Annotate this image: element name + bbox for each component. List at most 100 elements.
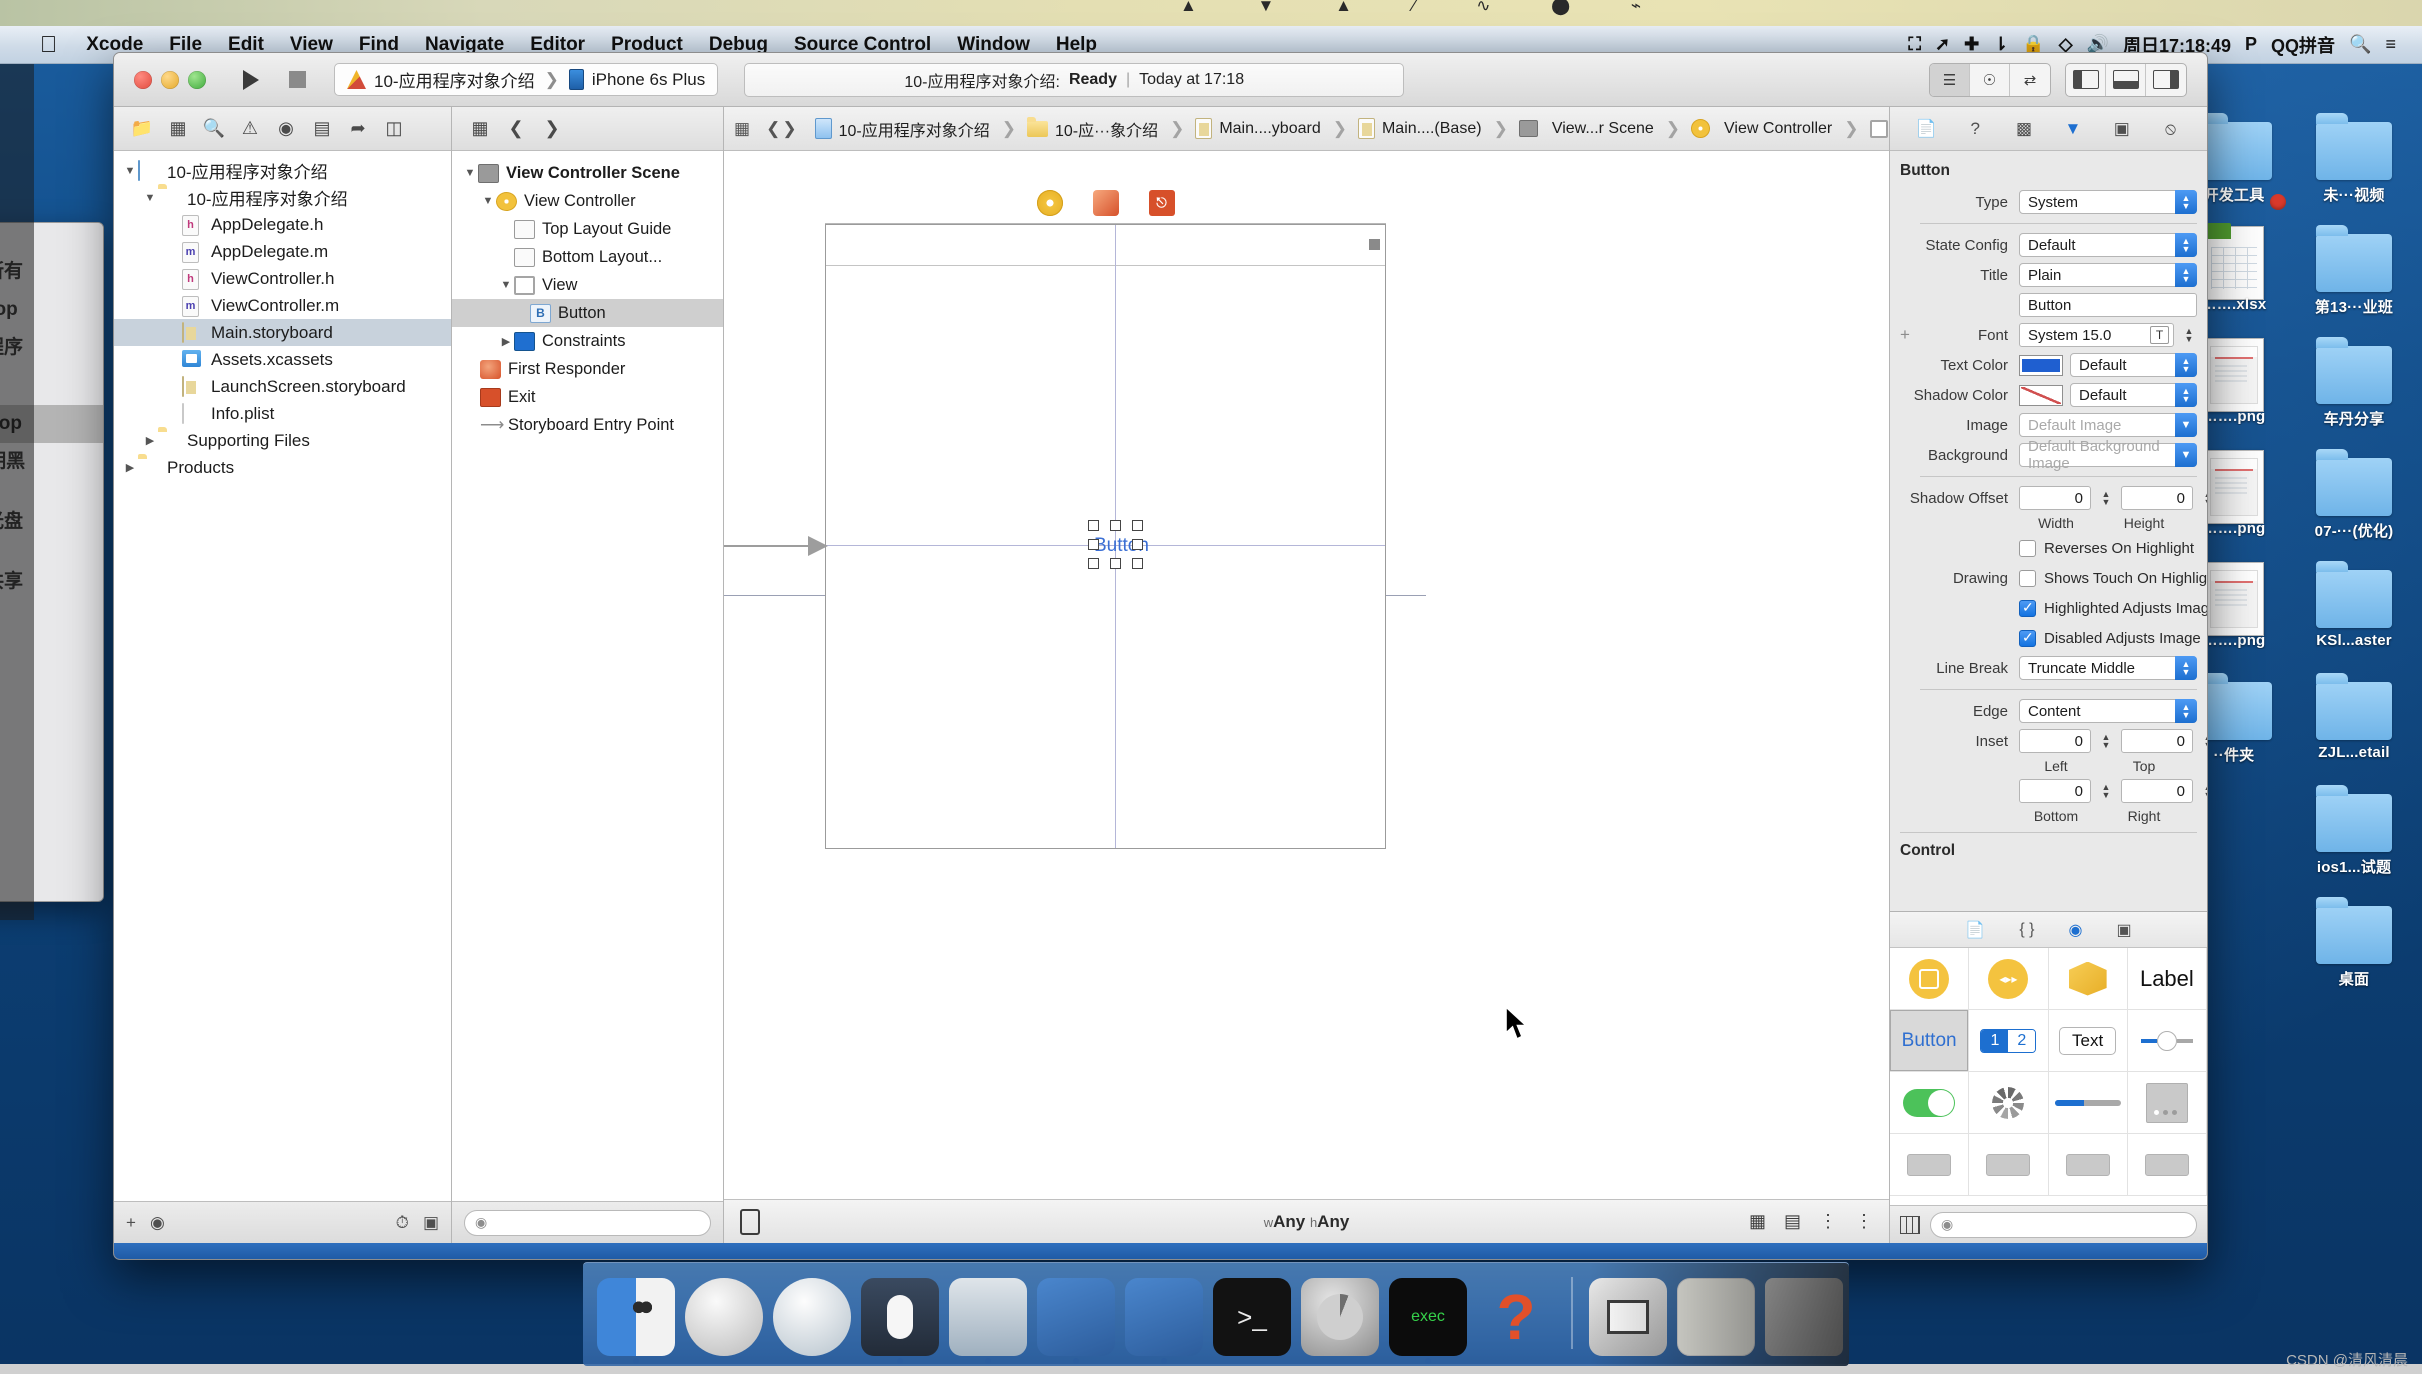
minimize-button[interactable] [161,70,179,89]
add-file-button[interactable]: + [126,1213,136,1233]
exit-icon[interactable]: ⎋ [1148,190,1175,216]
nav-row-file[interactable]: Info.plist [114,400,451,427]
nav-row-file[interactable]: m ViewController.m [114,292,451,319]
stop-button[interactable] [274,63,320,97]
font-picker-icon[interactable]: T [2150,326,2169,344]
disabled-adjusts-image-checkbox[interactable] [2019,629,2036,647]
xcode-window[interactable]: 10-应用程序对象介绍 ❯ iPhone 6s Plus 10-应用程序对象介绍… [113,52,2208,1260]
background-popup[interactable]: Default Background Image ▼ [2019,438,2197,472]
outline-row-exit[interactable]: Exit [452,383,723,411]
state-config-popup[interactable]: Default ▲ ▼ [2019,233,2197,257]
drawing-option-row[interactable]: Reverses On Highlight [2019,536,2194,561]
nav-row-file[interactable]: Assets.xcassets [114,346,451,373]
outline-filter-input[interactable]: ◉ [464,1209,711,1236]
desktop-item[interactable]: 桌面 [2302,892,2406,996]
outline-row-entry-point[interactable]: ⟶ Storyboard Entry Point [452,411,723,439]
document-outline-tree[interactable]: ▼ View Controller Scene ▼ View Controlle… [452,151,723,1201]
outline-row-first-responder[interactable]: First Responder [452,355,723,383]
dock-item-system-preferences[interactable] [1301,1278,1379,1356]
forward-button[interactable]: ❯ [782,114,796,144]
breadcrumb-item[interactable]: Main....yboard ❯ [1193,118,1354,139]
filter-icon[interactable]: ◉ [150,1213,165,1233]
outline-row-view-controller[interactable]: ▼ View Controller [452,187,723,215]
object-library-tab[interactable]: ◉ [2068,920,2082,940]
media-library-tab[interactable]: ▣ [2116,920,2131,940]
identity-inspector-tab[interactable]: ▩ [2010,116,2038,142]
test-navigator-tab[interactable]: ◉ [268,114,304,144]
disclosure-triangle-icon[interactable]: ▶ [122,461,138,474]
maximize-button[interactable] [188,70,206,89]
inset-right-input[interactable]: 0 [2121,779,2193,803]
dock-item-finder[interactable] [597,1278,675,1364]
drawing-option-row[interactable]: Disabled Adjusts Image [2019,626,2201,651]
disclosure-triangle-icon[interactable]: ▶ [498,335,514,348]
debug-navigator-tab[interactable]: ▤ [304,114,340,144]
shadow-offset-width-input[interactable]: 0 [2019,486,2091,510]
embed-in-icon[interactable]: ▤ [1784,1211,1801,1232]
library-item-slider[interactable] [2127,1010,2207,1072]
shadow-offset-height-stepper[interactable]: ▲▼ [2200,486,2207,510]
unsaved-files-filter-icon[interactable]: ▣ [423,1213,439,1233]
inset-left-input[interactable]: 0 [2019,729,2091,753]
input-source-badge-icon[interactable]: P [2245,34,2257,55]
selection-handle-bottom-right[interactable] [1132,558,1143,569]
image-popup[interactable]: Default Image ▼ [2019,413,2197,437]
desktop-item[interactable]: 未···视频 [2270,108,2406,212]
font-field[interactable]: System 15.0 T [2019,323,2174,347]
shadow-offset-height-input[interactable]: 0 [2121,486,2193,510]
outline-row-scene[interactable]: ▼ View Controller Scene [452,159,723,187]
shadow-color-well[interactable] [2019,384,2063,406]
title-text-input[interactable]: Button [2019,293,2197,317]
disclosure-triangle-icon[interactable]: ▼ [498,279,514,291]
selection-handle-top-left[interactable] [1088,520,1099,531]
library-item-text-field[interactable]: Text [2048,1010,2128,1072]
breakpoint-navigator-tab[interactable]: ➦ [340,114,376,144]
nav-row-products[interactable]: ▶ Products [114,454,451,481]
outline-forward-button[interactable]: ❯ [534,114,570,144]
nav-row-project[interactable]: ▼ 10-应用程序对象介绍 [114,157,451,184]
breadcrumb-item[interactable]: View Controller ❯ [1689,119,1865,139]
selection-handle-bottom-center[interactable] [1110,558,1121,569]
project-navigator-tab[interactable]: 📁 [124,114,160,144]
library-item-label[interactable]: Label [2127,948,2207,1010]
library-item-view-controller[interactable] [1890,948,1970,1010]
desktop-item[interactable]: 07-···(优化) [2302,444,2406,548]
library-item-page-control[interactable] [2127,1072,2207,1134]
nav-row-file[interactable]: m AppDelegate.m [114,238,451,265]
nav-row-main-storyboard[interactable]: Main.storyboard [114,319,451,346]
connections-inspector-tab[interactable]: ⦸ [2157,116,2185,142]
first-responder-icon[interactable] [1092,190,1119,216]
related-items-icon[interactable]: ▦ [734,114,750,144]
dock-item-terminal[interactable]: >_ [1213,1278,1291,1356]
breadcrumb-item[interactable]: 10-应···象介绍 ❯ [1025,116,1191,141]
outline-row-top-layout-guide[interactable]: Top Layout Guide [452,215,723,243]
object-library-grid[interactable]: ◂▸▸ Label Button 12 Text [1890,948,2207,1205]
outline-row-constraints[interactable]: ▶ Constraints [452,327,723,355]
outline-back-button[interactable]: ❮ [498,114,534,144]
dock-item-help[interactable]: ? [1477,1278,1555,1356]
scheme-selector[interactable]: 10-应用程序对象介绍 ❯ iPhone 6s Plus [334,63,719,96]
dock-item-xcode[interactable] [1037,1278,1115,1364]
desktop-item[interactable]: 车丹分享 [2302,332,2406,436]
inset-top-input[interactable]: 0 [2121,729,2193,753]
close-button[interactable] [134,70,152,89]
run-button[interactable] [228,63,274,97]
add-state-button[interactable]: + [1900,325,1910,345]
dock-item-launchpad[interactable] [685,1278,763,1356]
inset-bottom-stepper[interactable]: ▲ ▼ [2098,779,2114,803]
breadcrumb-item[interactable]: View ❯ [1868,119,1890,139]
line-break-popup[interactable]: Truncate Middle ▲ ▼ [2019,656,2197,680]
nav-row-file[interactable]: h AppDelegate.h [114,211,451,238]
selection-handle-middle-left[interactable] [1088,539,1099,550]
storyboard-canvas[interactable]: ⎋ Button [724,151,1889,1199]
shadow-color-popup[interactable]: Default ▲ ▼ [2070,383,2197,407]
disclosure-triangle-icon[interactable]: ▼ [142,192,158,204]
inset-left-stepper[interactable]: ▲ ▼ [2098,729,2114,753]
attributes-inspector-content[interactable]: Button Type System ▲ ▼ State Config Defau… [1890,151,2207,911]
disclosure-triangle-icon[interactable]: ▼ [462,167,478,179]
report-navigator-tab[interactable]: ◫ [376,114,412,144]
shows-tou ch-on-highlight-checkbox[interactable] [2019,569,2036,587]
issue-navigator-tab[interactable]: ⚠ [232,114,268,144]
library-item-hstack[interactable] [1969,1134,2049,1196]
disclosure-triangle-icon[interactable]: ▼ [122,165,138,177]
